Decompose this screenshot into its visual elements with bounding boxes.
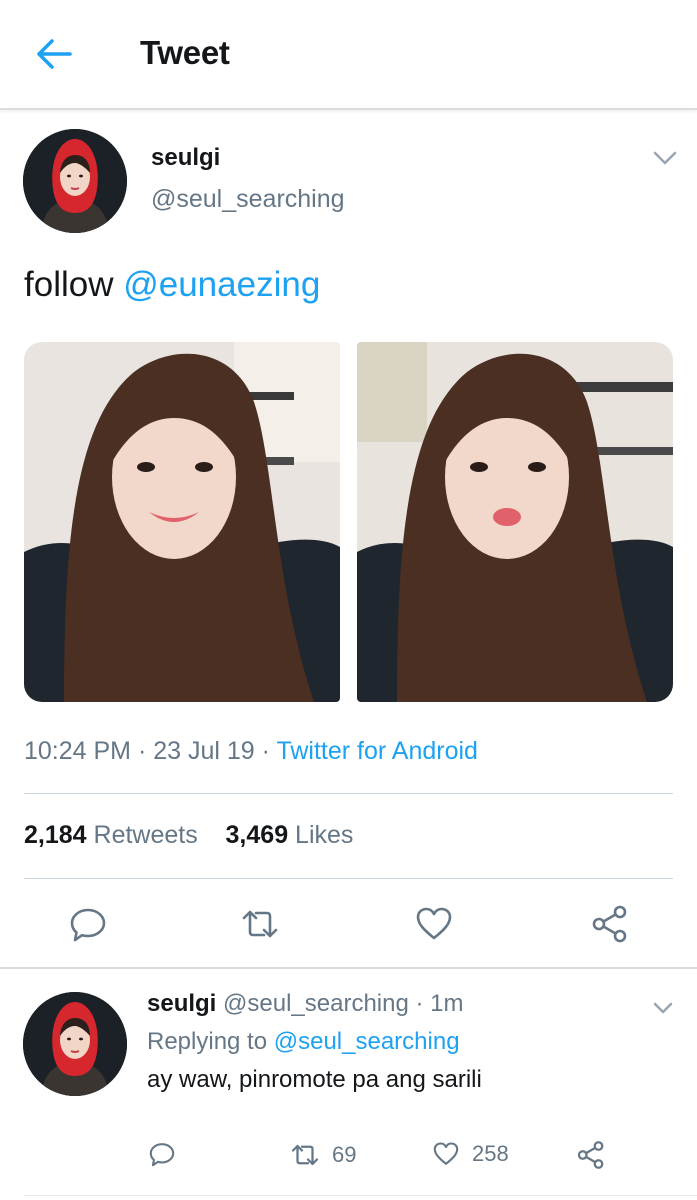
tweet-time: 10:24 PM · 23 Jul 19 · bbox=[24, 737, 277, 765]
tweet-stats: 2,184 Retweets 3,469 Likes bbox=[24, 821, 353, 850]
replying-to-link[interactable]: @seul_searching bbox=[274, 1028, 460, 1055]
tweet-photo[interactable] bbox=[357, 342, 673, 702]
reply-time: · 1m bbox=[408, 990, 464, 1017]
retweet-count: 2,184 bbox=[24, 821, 87, 849]
heart-icon bbox=[433, 1142, 459, 1165]
like-label: Likes bbox=[288, 821, 354, 849]
reply-header: seulgi @seul_searching · 1m bbox=[147, 990, 464, 1018]
divider bbox=[24, 878, 673, 879]
retweets-stat[interactable]: 2,184 Retweets bbox=[24, 821, 198, 849]
avatar[interactable] bbox=[23, 129, 127, 233]
section-divider bbox=[0, 967, 697, 969]
back-arrow-icon[interactable] bbox=[34, 36, 74, 72]
reply-action[interactable] bbox=[148, 1140, 176, 1168]
reply-text: ay waw, pinromote pa ang sarili bbox=[147, 1066, 482, 1093]
tweet-source-link[interactable]: Twitter for Android bbox=[276, 737, 477, 765]
share-icon bbox=[577, 1141, 604, 1169]
heart-icon[interactable] bbox=[414, 904, 454, 944]
reply-author-name[interactable]: seulgi bbox=[147, 990, 216, 1017]
reply-icon bbox=[149, 1143, 175, 1167]
tweet-text-body: follow bbox=[24, 265, 124, 304]
share-action[interactable] bbox=[576, 1140, 606, 1170]
reply-author-handle[interactable]: @seul_searching bbox=[223, 990, 409, 1017]
like-count: 3,469 bbox=[225, 821, 289, 849]
mention-link[interactable]: @eunaezing bbox=[123, 265, 320, 304]
retweet-count: 69 bbox=[332, 1142, 357, 1167]
reply-icon[interactable] bbox=[68, 904, 108, 944]
like-count: 258 bbox=[472, 1141, 509, 1166]
retweet-label: Retweets bbox=[86, 821, 198, 849]
author-name[interactable]: seulgi bbox=[151, 144, 220, 172]
divider bbox=[24, 793, 673, 794]
page-title: Tweet bbox=[140, 34, 230, 71]
chevron-down-icon[interactable] bbox=[652, 1000, 674, 1016]
retweet-action[interactable]: 69 bbox=[290, 1140, 356, 1170]
tweet-timestamp: 10:24 PM · 23 Jul 19 · Twitter for Andro… bbox=[24, 737, 478, 766]
top-bar bbox=[0, 0, 697, 110]
avatar[interactable] bbox=[23, 992, 127, 1096]
chevron-down-icon[interactable] bbox=[652, 149, 678, 167]
retweet-icon[interactable] bbox=[240, 904, 280, 944]
share-icon[interactable] bbox=[590, 904, 630, 944]
tweet-text: follow @eunaezing bbox=[24, 265, 320, 305]
likes-stat[interactable]: 3,469 Likes bbox=[226, 821, 354, 849]
tweet-photo[interactable] bbox=[24, 342, 340, 702]
replying-to: Replying to @seul_searching bbox=[147, 1028, 460, 1056]
divider bbox=[24, 1195, 697, 1196]
replying-prefix: Replying to bbox=[147, 1028, 274, 1055]
author-handle[interactable]: @seul_searching bbox=[151, 185, 345, 214]
retweet-icon bbox=[291, 1144, 319, 1166]
like-action[interactable]: 258 bbox=[432, 1140, 509, 1168]
